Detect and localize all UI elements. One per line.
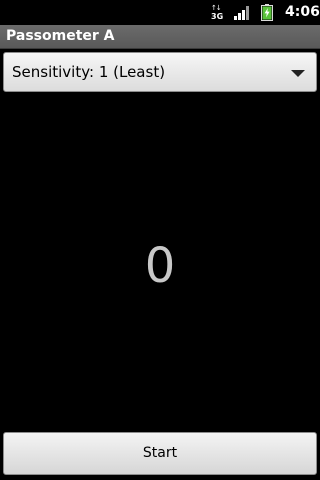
sensitivity-selected-value: Sensitivity: 1 (Least)	[12, 63, 166, 81]
app-screen: ↑↓ 3G 4:06 Passometer A Sensitivity: 1 (…	[0, 0, 320, 480]
title-bar: Passometer A	[0, 25, 320, 49]
network-3g-icon: ↑↓ 3G	[211, 4, 224, 22]
battery-charging-icon	[261, 4, 273, 21]
signal-icon	[234, 6, 249, 20]
network-arrows: ↑↓	[211, 4, 222, 12]
start-button[interactable]: Start	[3, 432, 317, 475]
network-type-label: 3G	[211, 12, 224, 21]
app-title: Passometer A	[6, 28, 115, 44]
sensitivity-spinner[interactable]: Sensitivity: 1 (Least)	[3, 52, 317, 92]
status-bar: ↑↓ 3G 4:06	[0, 0, 320, 25]
chevron-down-icon	[291, 70, 305, 77]
status-clock: 4:06	[285, 4, 320, 20]
step-count: 0	[144, 238, 176, 294]
